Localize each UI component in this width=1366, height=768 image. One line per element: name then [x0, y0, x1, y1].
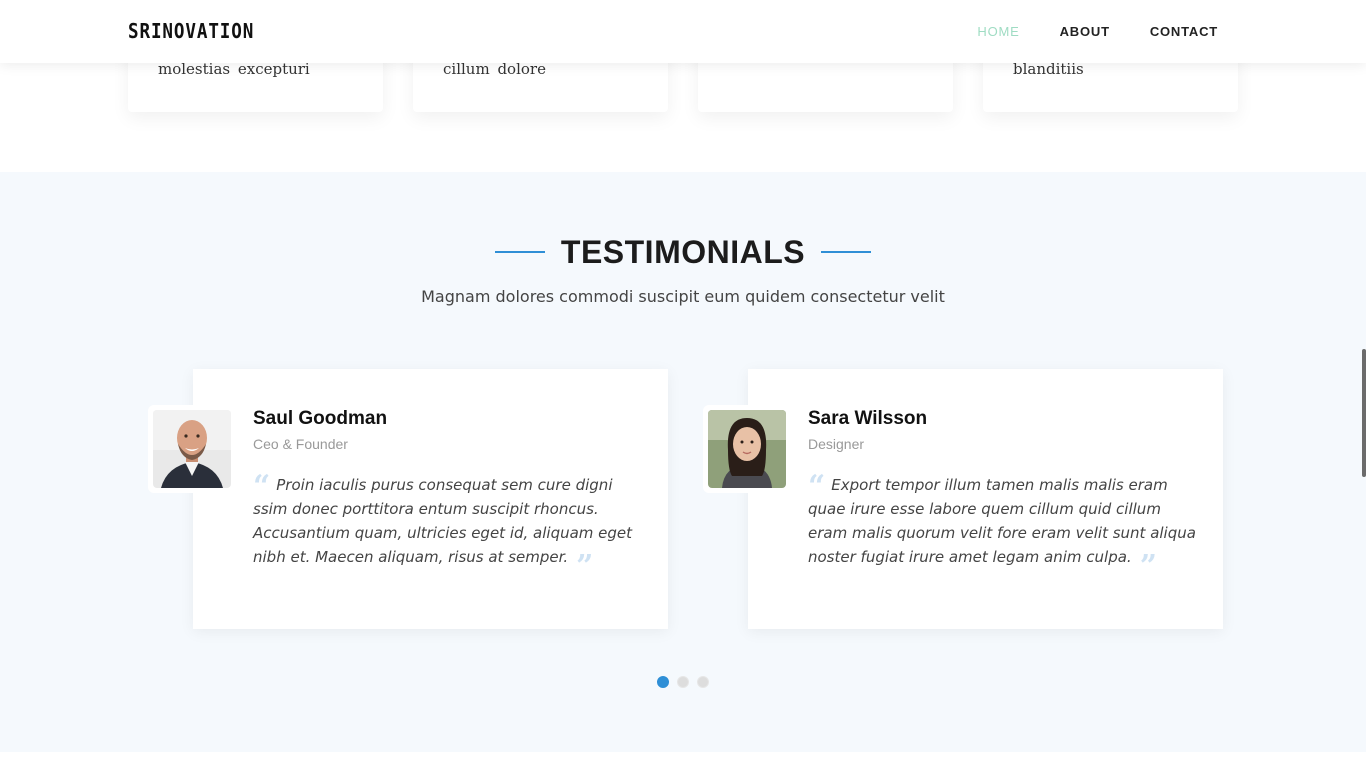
- page-scrollbar-thumb[interactable]: [1362, 349, 1366, 477]
- avatar-photo-sara: [708, 410, 786, 488]
- section-title-wrap: TESTIMONIALS: [0, 232, 1366, 272]
- section-title: TESTIMONIALS: [560, 233, 806, 270]
- site-logo[interactable]: SRINOVATION: [128, 19, 254, 43]
- nav-home-link[interactable]: HOME: [977, 24, 1019, 39]
- testimonial-name: Saul Goodman: [253, 408, 388, 429]
- quote-close-icon: ”: [1139, 549, 1157, 584]
- carousel-pagination: [0, 676, 1366, 688]
- avatar: [153, 410, 231, 488]
- main-nav: HOME ABOUT CONTACT: [977, 24, 1218, 39]
- testimonial-role: Designer: [808, 436, 865, 452]
- quote-open-icon: “: [808, 469, 826, 504]
- testimonial-quote: “Export tempor illum tamen malis malis e…: [808, 469, 1198, 584]
- carousel-dot-2[interactable]: [677, 676, 689, 688]
- carousel-dot-1[interactable]: [657, 676, 669, 688]
- avatar: [708, 410, 786, 488]
- nav-about-link[interactable]: ABOUT: [1060, 24, 1110, 39]
- site-header: SRINOVATION HOME ABOUT CONTACT: [0, 0, 1366, 63]
- carousel-dot-3[interactable]: [697, 676, 709, 688]
- nav-contact-link[interactable]: CONTACT: [1150, 24, 1218, 39]
- avatar-frame: [703, 405, 791, 493]
- testimonials-section: TESTIMONIALS Magnam dolores commodi susc…: [0, 172, 1366, 752]
- title-divider-right: [821, 251, 872, 253]
- avatar-frame: [148, 405, 236, 493]
- testimonial-quote-text: Export tempor illum tamen malis malis er…: [808, 476, 1196, 566]
- section-subtitle: Magnam dolores commodi suscipit eum quid…: [421, 287, 945, 306]
- avatar-photo-saul: [153, 410, 231, 488]
- quote-close-icon: ”: [576, 549, 594, 584]
- testimonial-quote: “Proin iaculis purus consequat sem cure …: [253, 469, 643, 584]
- testimonial-card: Saul Goodman Ceo & Founder “Proin iaculi…: [148, 369, 668, 629]
- testimonial-role: Ceo & Founder: [253, 436, 348, 452]
- title-divider-left: [494, 251, 545, 253]
- testimonial-name: Sara Wilsson: [808, 408, 928, 429]
- testimonial-card: Sara Wilsson Designer “Export tempor ill…: [703, 369, 1223, 629]
- quote-open-icon: “: [253, 469, 271, 504]
